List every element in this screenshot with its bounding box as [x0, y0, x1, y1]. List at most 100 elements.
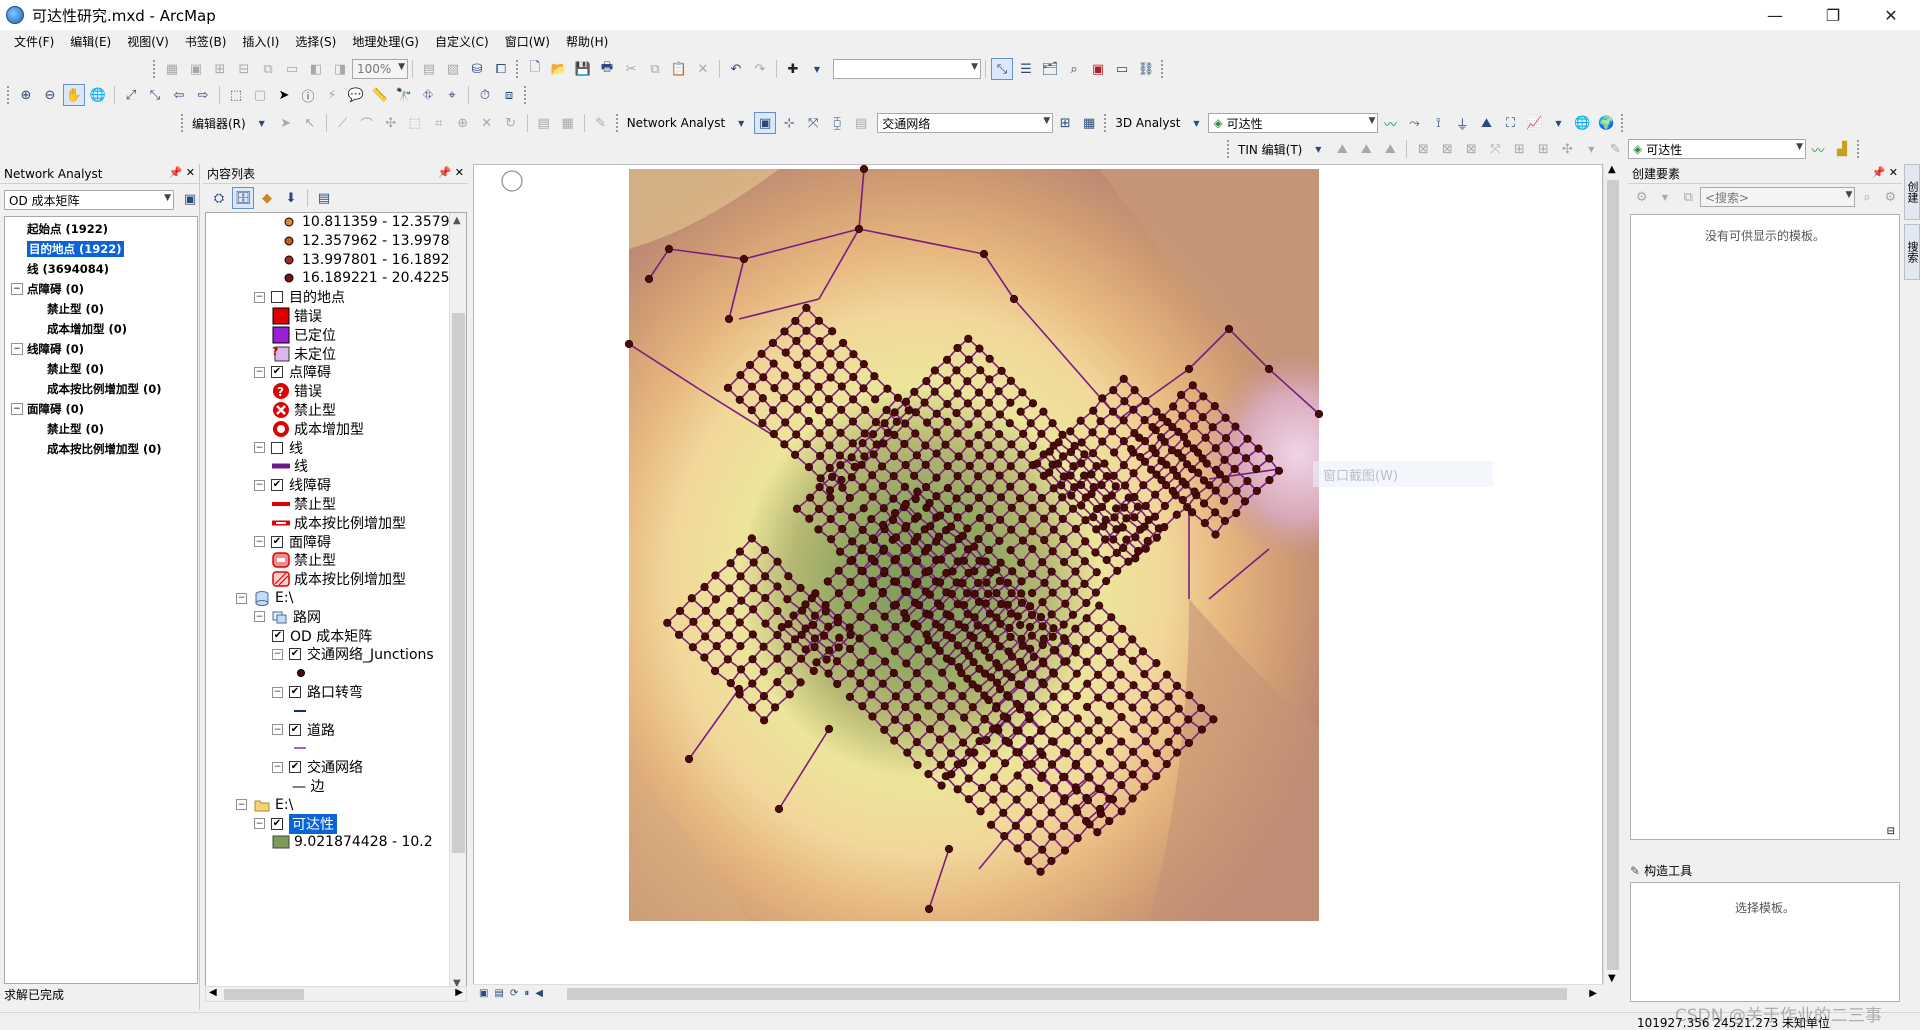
menu-geoprocessing[interactable]: 地理处理(G) — [344, 33, 427, 50]
undo-icon[interactable]: ↶ — [725, 58, 747, 80]
toc-layer-row[interactable]: − ✔ 路口转弯 — [272, 681, 363, 703]
filter-templates-icon[interactable]: ⧉ — [1678, 186, 1699, 208]
collapse-toggle-icon[interactable]: − — [254, 479, 265, 491]
close-icon[interactable]: ✕ — [455, 166, 464, 179]
full-extent-icon[interactable]: 🌐 — [87, 84, 109, 106]
3d-analyst-layer-combo[interactable]: ◈ 可达性 ▼ — [1208, 113, 1379, 133]
layer-visibility-checkbox[interactable] — [271, 441, 283, 454]
na-tree-item[interactable]: − 点障碍 (0) — [5, 279, 197, 299]
clear-selection-icon[interactable]: ▢ — [249, 84, 271, 106]
template-properties-icon[interactable]: ⚙ — [1880, 186, 1901, 208]
tin-pencil-icon[interactable]: ✎ — [1604, 138, 1626, 160]
refresh-icon[interactable]: ⟳ — [510, 988, 518, 999]
cut-polygons-icon[interactable]: ⊕ — [452, 112, 474, 134]
measure-icon[interactable]: 📏 — [369, 84, 391, 106]
map-view[interactable] — [473, 164, 1603, 998]
template-search-field[interactable]: <搜索> ▼ — [1699, 187, 1856, 207]
steepest-path-icon[interactable]: ⤳ — [1403, 112, 1425, 134]
collapse-toggle-icon[interactable]: − — [272, 648, 283, 660]
network-analyst-menu[interactable]: Network Analyst — [623, 116, 729, 130]
tin-snap-icon[interactable]: ✣ — [1556, 138, 1578, 160]
tin-flip-edge-icon[interactable]: ⊠ — [1460, 138, 1482, 160]
collapse-toggle-icon[interactable]: − — [272, 724, 283, 736]
editor-toolbar-icon[interactable]: ⤡ — [991, 58, 1013, 80]
catalog-icon[interactable]: 🗂 — [1039, 58, 1061, 80]
find-route-icon[interactable]: ⛗ — [417, 84, 439, 106]
hyperlink-icon[interactable]: ⚡ — [321, 84, 343, 106]
arctoolbox-icon[interactable]: ▣ — [1087, 58, 1109, 80]
scroll-left-icon[interactable]: ◀ — [209, 987, 217, 998]
collapse-toggle-icon[interactable]: − — [272, 686, 283, 698]
list-by-selection-icon[interactable]: ⬇ — [280, 187, 302, 209]
menu-windows[interactable]: 窗口(W) — [497, 33, 558, 50]
toolbar-grip[interactable] — [181, 114, 185, 132]
collapse-toggle-icon[interactable]: − — [11, 403, 23, 415]
contour-icon[interactable]: 〰 — [1379, 112, 1401, 134]
toolbar-grip[interactable] — [7, 86, 11, 104]
na-tree-item[interactable]: 成本按比例增加型 (0) — [5, 379, 197, 399]
organize-dropdown-icon[interactable]: ▼ — [1654, 186, 1675, 208]
pin-icon[interactable]: 📌 — [438, 166, 452, 179]
toolbar-grip[interactable] — [1161, 60, 1165, 78]
identify-icon[interactable]: ⓘ — [297, 84, 319, 106]
edit-vertices-icon[interactable]: ⬚ — [404, 112, 426, 134]
focus-frame-icon[interactable]: ▧ — [442, 58, 464, 80]
create-features-icon[interactable]: ✎ — [590, 112, 612, 134]
zoom-out-icon[interactable]: ⊖ — [39, 84, 61, 106]
analysis-properties-icon[interactable]: ▣ — [179, 188, 201, 210]
search-tab[interactable]: 搜索 — [1904, 224, 1920, 280]
map-canvas[interactable] — [474, 164, 1602, 983]
pin-icon[interactable]: 📌 — [1872, 166, 1886, 179]
layout-view-icon[interactable]: ▤ — [494, 988, 503, 999]
zoom-layout-icon[interactable]: ⊞ — [209, 58, 231, 80]
endpoint-arc-icon[interactable]: ⌒ — [356, 112, 378, 134]
toolbar-grip[interactable] — [524, 86, 528, 104]
toolbar-grip[interactable] — [153, 60, 157, 78]
toc-horizontal-scrollbar[interactable]: ◀ ▶ — [205, 986, 467, 1002]
na-tree-item[interactable]: 起始点 (1922) — [5, 219, 197, 239]
toc-layer-row[interactable]: 9.021874428 - 10.2 — [272, 831, 433, 853]
toc-options-icon[interactable]: ▤ — [313, 187, 335, 209]
scroll-up-icon[interactable]: ▲ — [453, 215, 461, 226]
collapse-toggle-icon[interactable]: − — [254, 442, 265, 454]
search-icon[interactable]: ⌕ — [1856, 186, 1877, 208]
interpolate-point-icon[interactable]: ⏚ — [1451, 112, 1473, 134]
scroll-up-icon[interactable]: ▲ — [1608, 164, 1616, 175]
zoom-percent-combo[interactable]: 100% ▼ — [352, 59, 408, 79]
menu-insert[interactable]: 插入(I) — [234, 33, 287, 50]
data-view-icon[interactable]: ▣ — [479, 988, 488, 999]
organize-templates-icon[interactable]: ⚙ — [1631, 186, 1652, 208]
list-by-source-icon[interactable]: 🗄 — [232, 187, 254, 209]
fixed-zoom-icon[interactable]: ⧉ — [257, 58, 279, 80]
network-dataset-combo[interactable]: 交通网络 ▼ — [877, 113, 1054, 133]
tin-delete-node-icon[interactable]: ⊠ — [1412, 138, 1434, 160]
contour-icon[interactable]: 〰 — [1807, 138, 1829, 160]
cut-icon[interactable]: ✂ — [620, 58, 642, 80]
map-scale-combo[interactable]: ▼ — [833, 59, 981, 79]
menu-file[interactable]: 文件(F) — [6, 33, 62, 50]
collapse-toggle-icon[interactable]: − — [236, 799, 247, 811]
find-icon[interactable]: 🔭 — [393, 84, 415, 106]
pause-drawing-icon[interactable]: ⏸ — [524, 988, 529, 999]
line-of-sight-icon[interactable]: ⟟ — [1427, 112, 1449, 134]
layer-visibility-checkbox[interactable] — [271, 291, 283, 304]
scroll-thumb[interactable] — [224, 989, 304, 1000]
zoom-out-layout-icon[interactable]: ⊟ — [233, 58, 255, 80]
new-document-icon[interactable]: 🗋 — [524, 58, 546, 80]
toolbar-grip[interactable] — [1857, 140, 1861, 158]
3d-analyst-menu[interactable]: 3D Analyst — [1111, 116, 1184, 130]
search-window-icon[interactable]: ⌕ — [1063, 58, 1085, 80]
back-extent-icon[interactable]: ◧ — [305, 58, 327, 80]
tin-dropdown-icon[interactable]: ▼ — [1307, 138, 1329, 160]
profile-graph-icon[interactable]: 📈 — [1523, 112, 1545, 134]
toc-layer-row[interactable]: — 边 — [292, 775, 324, 797]
layer-visibility-checkbox[interactable]: ✔ — [289, 686, 301, 698]
solve-icon[interactable]: ⧮ — [826, 112, 848, 134]
scroll-right-icon[interactable]: ▶ — [455, 987, 463, 998]
interpolate-line-icon[interactable]: ⛰ — [1475, 112, 1497, 134]
select-features-icon[interactable]: ⬚ — [225, 84, 247, 106]
add-data-dropdown-icon[interactable]: ▼ — [806, 58, 828, 80]
toggle-draft-icon[interactable]: ▤ — [418, 58, 440, 80]
layout-icon[interactable]: ▦ — [161, 58, 183, 80]
editor-menu[interactable]: 编辑器(R) — [188, 115, 250, 132]
